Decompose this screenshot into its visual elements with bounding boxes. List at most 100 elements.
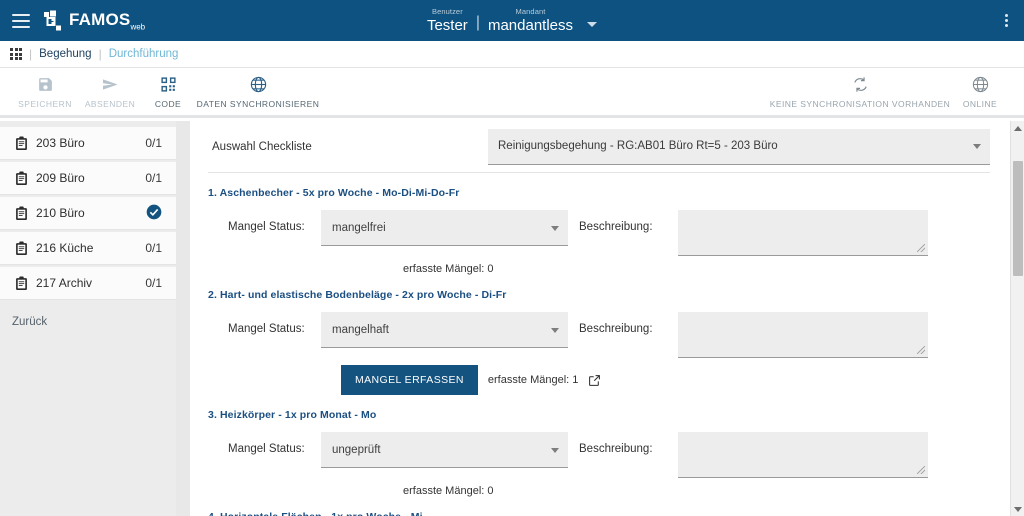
sidebar-item-1[interactable]: 203 Büro 0/1 bbox=[0, 127, 176, 160]
user-value: Tester bbox=[426, 17, 468, 35]
tenant-value: mandantless bbox=[487, 17, 574, 35]
breadcrumb-item-durchfuehrung[interactable]: Durchführung bbox=[109, 48, 179, 60]
header-identity: Benutzer Tester | Mandant mandantless bbox=[0, 0, 1024, 41]
scroll-down-arrow-icon[interactable] bbox=[1011, 502, 1024, 516]
chevron-down-icon bbox=[973, 144, 981, 149]
question-sub-row: erfasste Mängel: 0 bbox=[208, 263, 990, 275]
status-select-3[interactable]: ungeprüft bbox=[321, 432, 568, 468]
tenant-chevron-down-icon[interactable] bbox=[587, 22, 598, 28]
sidebar-item-label: 203 Büro bbox=[36, 136, 85, 150]
more-vertical-icon[interactable] bbox=[999, 8, 1014, 33]
toolbar-sync-data-button[interactable]: DATEN SYNCHRONISIEREN bbox=[193, 74, 323, 109]
main-panel-wrap: Auswahl Checkliste Reinigungsbegehung - … bbox=[176, 121, 1024, 516]
question-block-4: 4. Horizontale Flächen - 1x pro Woche - … bbox=[208, 497, 990, 516]
clipboard-icon bbox=[12, 170, 30, 186]
status-label: Mangel Status: bbox=[228, 443, 305, 455]
scroll-up-arrow-icon[interactable] bbox=[1011, 121, 1024, 135]
sidebar-back-button[interactable]: Zurück bbox=[0, 302, 176, 328]
status-label: Mangel Status: bbox=[228, 221, 305, 233]
question-sub-row: erfasste Mängel: 0 bbox=[208, 485, 990, 497]
toolbar-save-label: SPEICHERN bbox=[18, 99, 72, 109]
toolbar-code-button[interactable]: CODE bbox=[145, 74, 191, 109]
sidebar-item-label: 210 Büro bbox=[36, 206, 85, 220]
toolbar-online-status[interactable]: ONLINE bbox=[950, 74, 1010, 109]
breadcrumb: | Begehung | Durchführung bbox=[0, 41, 1024, 68]
app-root: FAMOSweb Benutzer Tester | Mandant manda… bbox=[0, 0, 1024, 516]
app-header: FAMOSweb Benutzer Tester | Mandant manda… bbox=[0, 0, 1024, 41]
clipboard-icon bbox=[12, 205, 30, 221]
toolbar-sync-status[interactable]: KEINE SYNCHRONISATION VORHANDEN bbox=[765, 74, 955, 109]
globe-sync-icon bbox=[249, 74, 268, 94]
vertical-scrollbar[interactable] bbox=[1010, 121, 1024, 516]
defect-count-label: erfasste Mängel: 0 bbox=[403, 485, 494, 497]
status-select-2[interactable]: mangelhaft bbox=[321, 312, 568, 348]
checklist-selector-row: Auswahl Checkliste Reinigungsbegehung - … bbox=[208, 121, 990, 173]
resize-grip-icon[interactable] bbox=[917, 346, 925, 354]
question-block-2: 2. Hart- und elastische Bodenbeläge - 2x… bbox=[208, 275, 990, 395]
question-title: 1. Aschenbecher - 5x pro Woche - Mo-Di-M… bbox=[208, 187, 460, 199]
description-textarea-3[interactable] bbox=[678, 432, 928, 478]
sidebar-item-5[interactable]: 217 Archiv 0/1 bbox=[0, 267, 176, 300]
status-select-value: mangelfrei bbox=[332, 221, 386, 234]
qr-code-icon bbox=[160, 74, 177, 94]
status-select-value: mangelhaft bbox=[332, 323, 389, 336]
sidebar-item-4[interactable]: 216 Küche 0/1 bbox=[0, 232, 176, 265]
save-icon bbox=[37, 74, 54, 94]
sync-icon bbox=[852, 74, 869, 94]
question-fields-row: Mangel Status: mangelfrei Beschreibung: bbox=[208, 210, 990, 256]
header-overflow-menu[interactable] bbox=[999, 0, 1014, 41]
question-title: 4. Horizontale Flächen - 1x pro Woche - … bbox=[208, 511, 990, 516]
question-title: 3. Heizkörper - 1x pro Monat - Mo bbox=[208, 409, 377, 421]
tenant-label: Mandant bbox=[515, 6, 546, 16]
sidebar-item-count: 0/1 bbox=[145, 276, 162, 290]
description-label: Beschreibung: bbox=[579, 443, 653, 455]
sidebar-item-count: 0/1 bbox=[145, 171, 162, 185]
clipboard-icon bbox=[12, 135, 30, 151]
checklist-select[interactable]: Reinigungsbegehung - RG:AB01 Büro Rt=5 -… bbox=[488, 128, 990, 165]
toolbar-send-label: ABSENDEN bbox=[84, 99, 136, 109]
famos-logo-icon bbox=[42, 10, 64, 32]
sidebar-item-label: 209 Büro bbox=[36, 171, 85, 185]
tenant-field: Mandant mandantless bbox=[488, 8, 573, 34]
brand-logo: FAMOSweb bbox=[42, 10, 145, 32]
toolbar-send-button[interactable]: ABSENDEN bbox=[79, 74, 141, 109]
question-block-3: 3. Heizkörper - 1x pro Monat - Mo Mangel … bbox=[208, 395, 990, 497]
brand-name: FAMOSweb bbox=[69, 10, 145, 31]
toolbar-save-button[interactable]: SPEICHERN bbox=[14, 74, 76, 109]
breadcrumb-item-begehung[interactable]: Begehung bbox=[39, 48, 91, 60]
breadcrumb-separator-1: | bbox=[29, 47, 33, 61]
grid-apps-icon[interactable] bbox=[10, 48, 22, 60]
capture-defect-button[interactable]: MANGEL ERFASSEN bbox=[341, 365, 478, 395]
action-toolbar: SPEICHERN ABSENDEN CODE DATEN SYNCHRONIS… bbox=[0, 68, 1024, 118]
toolbar-sync-status-label: KEINE SYNCHRONISATION VORHANDEN bbox=[769, 99, 951, 109]
breadcrumb-separator-2: | bbox=[98, 47, 102, 61]
description-textarea-1[interactable] bbox=[678, 210, 928, 256]
brand-text: FAMOS bbox=[69, 9, 131, 29]
identity-separator: | bbox=[475, 14, 480, 32]
scroll-thumb[interactable] bbox=[1013, 161, 1023, 276]
description-label: Beschreibung: bbox=[579, 323, 653, 335]
chevron-down-icon bbox=[551, 447, 559, 453]
question-title: 2. Hart- und elastische Bodenbeläge - 2x… bbox=[208, 289, 507, 301]
question-fields-row: Mangel Status: mangelhaft Beschreibung: bbox=[208, 312, 990, 358]
external-link-icon[interactable] bbox=[588, 374, 601, 387]
description-label: Beschreibung: bbox=[579, 221, 653, 233]
resize-grip-icon[interactable] bbox=[917, 466, 925, 474]
status-select-1[interactable]: mangelfrei bbox=[321, 210, 568, 246]
user-field: Benutzer Tester bbox=[427, 8, 468, 34]
toolbar-online-label: ONLINE bbox=[962, 99, 998, 109]
resize-grip-icon[interactable] bbox=[917, 244, 925, 252]
hamburger-icon[interactable] bbox=[12, 13, 30, 28]
defect-count-label: erfasste Mängel: 0 bbox=[403, 263, 494, 275]
sidebar-item-2[interactable]: 209 Büro 0/1 bbox=[0, 162, 176, 195]
sidebar-item-3[interactable]: 210 Büro bbox=[0, 197, 176, 230]
main-panel: Auswahl Checkliste Reinigungsbegehung - … bbox=[190, 121, 1014, 516]
sidebar-item-label: 217 Archiv bbox=[36, 276, 93, 290]
status-select-value: ungeprüft bbox=[332, 443, 381, 456]
user-label: Benutzer bbox=[431, 6, 463, 16]
chevron-down-icon bbox=[551, 327, 559, 333]
clipboard-icon bbox=[12, 275, 30, 291]
question-sub-row: MANGEL ERFASSEN erfasste Mängel: 1 bbox=[208, 365, 990, 395]
toolbar-sync-data-label: DATEN SYNCHRONISIEREN bbox=[196, 99, 320, 109]
description-textarea-2[interactable] bbox=[678, 312, 928, 358]
